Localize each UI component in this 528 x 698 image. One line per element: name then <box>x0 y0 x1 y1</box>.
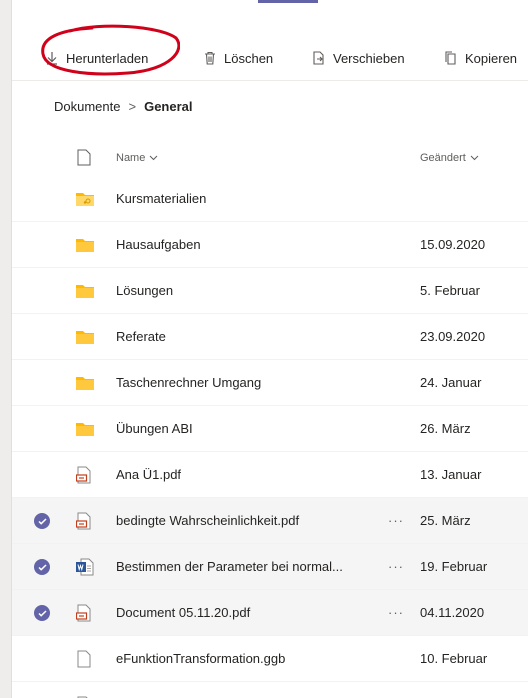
trash-icon <box>205 51 215 65</box>
file-name[interactable]: Referate <box>116 314 366 360</box>
file-name[interactable]: Taschenrechner Umgang <box>116 360 366 406</box>
generic-file-icon <box>76 650 94 668</box>
file-modified: 19. Februar <box>420 559 488 574</box>
folder-icon <box>76 236 94 254</box>
chevron-down-icon <box>470 155 479 161</box>
file-name[interactable]: eFunktionTransformation.ggb <box>116 636 366 682</box>
file-modified: 10. Februar <box>420 651 488 666</box>
file-row[interactable]: Document 05.11.20.pdf ··· 04.11.2020 <box>12 590 528 636</box>
selected-check-icon[interactable] <box>34 605 50 621</box>
modified-column-label: Geändert <box>420 152 466 164</box>
file-row[interactable]: Ana Ü1.pdf 13. Januar <box>12 452 528 498</box>
file-type-header-icon[interactable] <box>77 149 91 166</box>
selected-check-icon[interactable] <box>34 559 50 575</box>
file-modified: 23.09.2020 <box>420 329 486 344</box>
active-tab-indicator <box>258 0 318 3</box>
shared-folder-icon <box>76 190 94 208</box>
move-button[interactable]: Verschieben <box>312 36 405 80</box>
name-column-header[interactable]: Name <box>116 140 158 176</box>
more-options-icon[interactable]: ··· <box>388 590 404 636</box>
list-header: Name Geändert <box>12 140 528 176</box>
pdf-file-icon <box>75 512 94 530</box>
folder-icon <box>76 374 94 392</box>
delete-label: Löschen <box>224 50 274 66</box>
file-row[interactable]: Bestimmen der Parameter bei normal... ···… <box>12 544 528 590</box>
file-modified: 04.11.2020 <box>420 605 485 620</box>
file-name[interactable]: Bestimmen der Parameter bei normal... <box>116 544 366 590</box>
copy-button[interactable]: Kopieren <box>444 36 517 80</box>
modified-column-header[interactable]: Geändert <box>420 140 479 176</box>
file-name[interactable]: Einstiegsaufgabe s. 412.pdf <box>116 682 366 698</box>
file-row[interactable]: bedingte Wahrscheinlichkeit.pdf ··· 25. Mä… <box>12 498 528 544</box>
move-label: Verschieben <box>333 50 405 66</box>
copy-icon <box>445 51 456 65</box>
more-options-icon[interactable]: ··· <box>388 498 404 544</box>
file-modified: 24. Januar <box>420 375 482 390</box>
annotation-circle <box>41 24 180 76</box>
file-name[interactable]: Kursmaterialien <box>116 176 366 222</box>
copy-label: Kopieren <box>465 50 518 66</box>
file-row[interactable]: eFunktionTransformation.ggb 10. Februar <box>12 636 528 682</box>
file-row[interactable]: Referate 23.09.2020 <box>12 314 528 360</box>
move-icon <box>313 51 324 65</box>
file-name[interactable]: Lösungen <box>116 268 366 314</box>
folder-icon <box>76 420 94 438</box>
file-name[interactable]: Document 05.11.20.pdf <box>116 590 366 636</box>
file-name[interactable]: bedingte Wahrscheinlichkeit.pdf <box>116 498 366 544</box>
left-rail <box>0 0 12 698</box>
files-panel: Herunterladen Löschen Verschieben Kopier… <box>12 0 528 698</box>
delete-button[interactable]: Löschen <box>204 36 273 80</box>
breadcrumb-root[interactable]: Dokumente <box>54 99 120 114</box>
file-modified: 26. März <box>420 421 471 436</box>
folder-icon <box>76 282 94 300</box>
file-row[interactable]: Kursmaterialien <box>12 176 528 222</box>
file-row[interactable]: Lösungen 5. Februar <box>12 268 528 314</box>
file-name[interactable]: Ana Ü1.pdf <box>116 452 366 498</box>
folder-icon <box>76 328 94 346</box>
breadcrumb-separator: > <box>128 98 137 114</box>
file-row[interactable]: Taschenrechner Umgang 24. Januar <box>12 360 528 406</box>
breadcrumb-current: General <box>144 98 193 114</box>
file-row[interactable]: Hausaufgaben 15.09.2020 <box>12 222 528 268</box>
file-modified: 19. Februar <box>420 682 487 698</box>
toolbar-divider <box>12 80 528 81</box>
file-modified: 13. Januar <box>420 467 482 482</box>
selected-check-icon[interactable] <box>34 513 50 529</box>
file-row[interactable]: Übungen ABI 26. März <box>12 406 528 452</box>
more-options-icon[interactable]: ··· <box>388 544 404 590</box>
file-modified: 5. Februar <box>420 283 480 298</box>
file-row[interactable]: Einstiegsaufgabe s. 412.pdf 19. Februar <box>12 682 528 698</box>
file-modified: 15.09.2020 <box>420 237 486 252</box>
name-column-label: Name <box>116 152 146 164</box>
chevron-down-icon <box>149 155 158 161</box>
word-file-icon <box>76 558 94 576</box>
file-modified: 25. März <box>420 513 471 528</box>
pdf-file-icon <box>75 466 94 484</box>
file-name[interactable]: Übungen ABI <box>116 406 366 452</box>
file-name[interactable]: Hausaufgaben <box>116 222 366 268</box>
pdf-file-icon <box>75 604 94 622</box>
breadcrumb: Dokumente > General <box>54 94 193 118</box>
